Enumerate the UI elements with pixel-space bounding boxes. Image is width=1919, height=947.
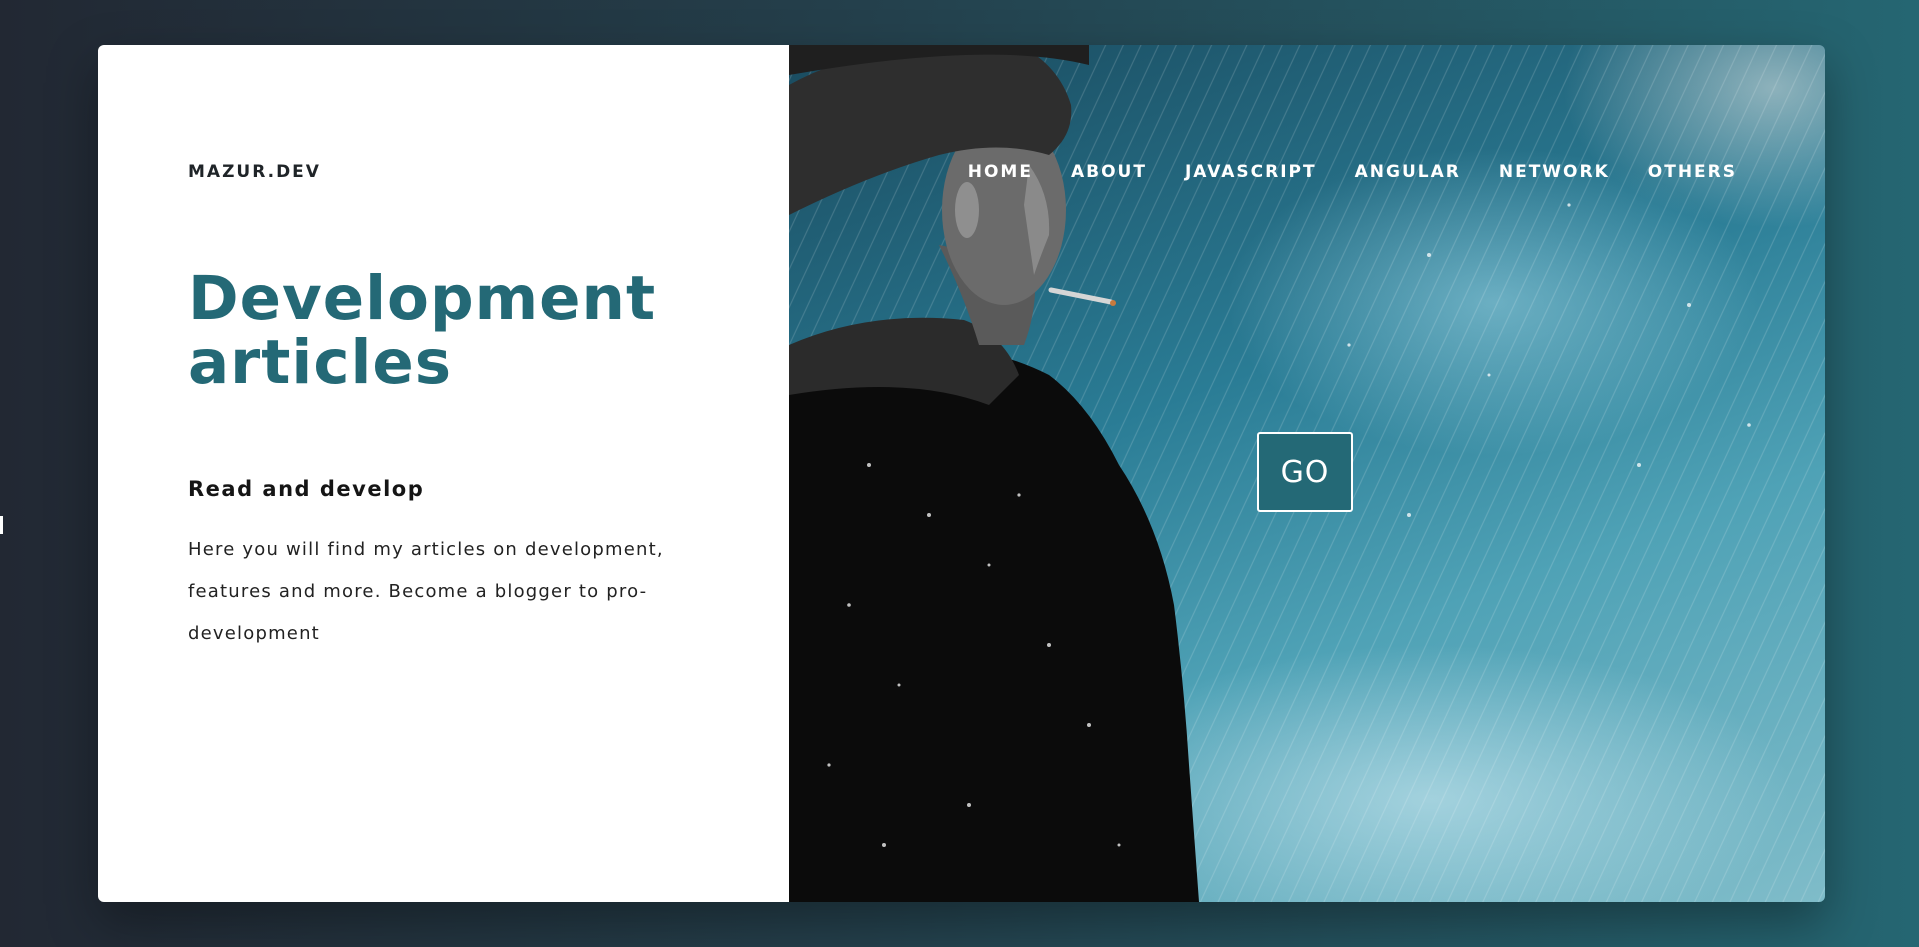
- intro-panel: MAZUR.DEV Development articles Read and …: [98, 45, 789, 902]
- main-nav: HOME ABOUT JAVASCRIPT ANGULAR NETWORK OT…: [968, 162, 1737, 182]
- nav-item-angular[interactable]: ANGULAR: [1355, 162, 1461, 182]
- hero-image-panel: HOME ABOUT JAVASCRIPT ANGULAR NETWORK OT…: [789, 45, 1825, 902]
- nav-item-network[interactable]: NETWORK: [1499, 162, 1610, 182]
- page-title-line-2: articles: [188, 327, 453, 398]
- page-title-line-1: Development: [188, 263, 657, 334]
- window-edge-marker: [0, 516, 3, 534]
- nav-item-others[interactable]: OTHERS: [1648, 162, 1737, 182]
- nav-item-javascript[interactable]: JAVASCRIPT: [1185, 162, 1317, 182]
- nav-item-about[interactable]: ABOUT: [1071, 162, 1147, 182]
- page-title: Development articles: [188, 267, 656, 395]
- go-button[interactable]: GO: [1257, 432, 1353, 512]
- hero-card: MAZUR.DEV Development articles Read and …: [98, 45, 1825, 902]
- hero-subtitle: Read and develop: [188, 477, 425, 501]
- nav-item-home[interactable]: HOME: [968, 162, 1033, 182]
- site-logo[interactable]: MAZUR.DEV: [188, 162, 321, 182]
- hero-description: Here you will find my articles on develo…: [188, 539, 664, 644]
